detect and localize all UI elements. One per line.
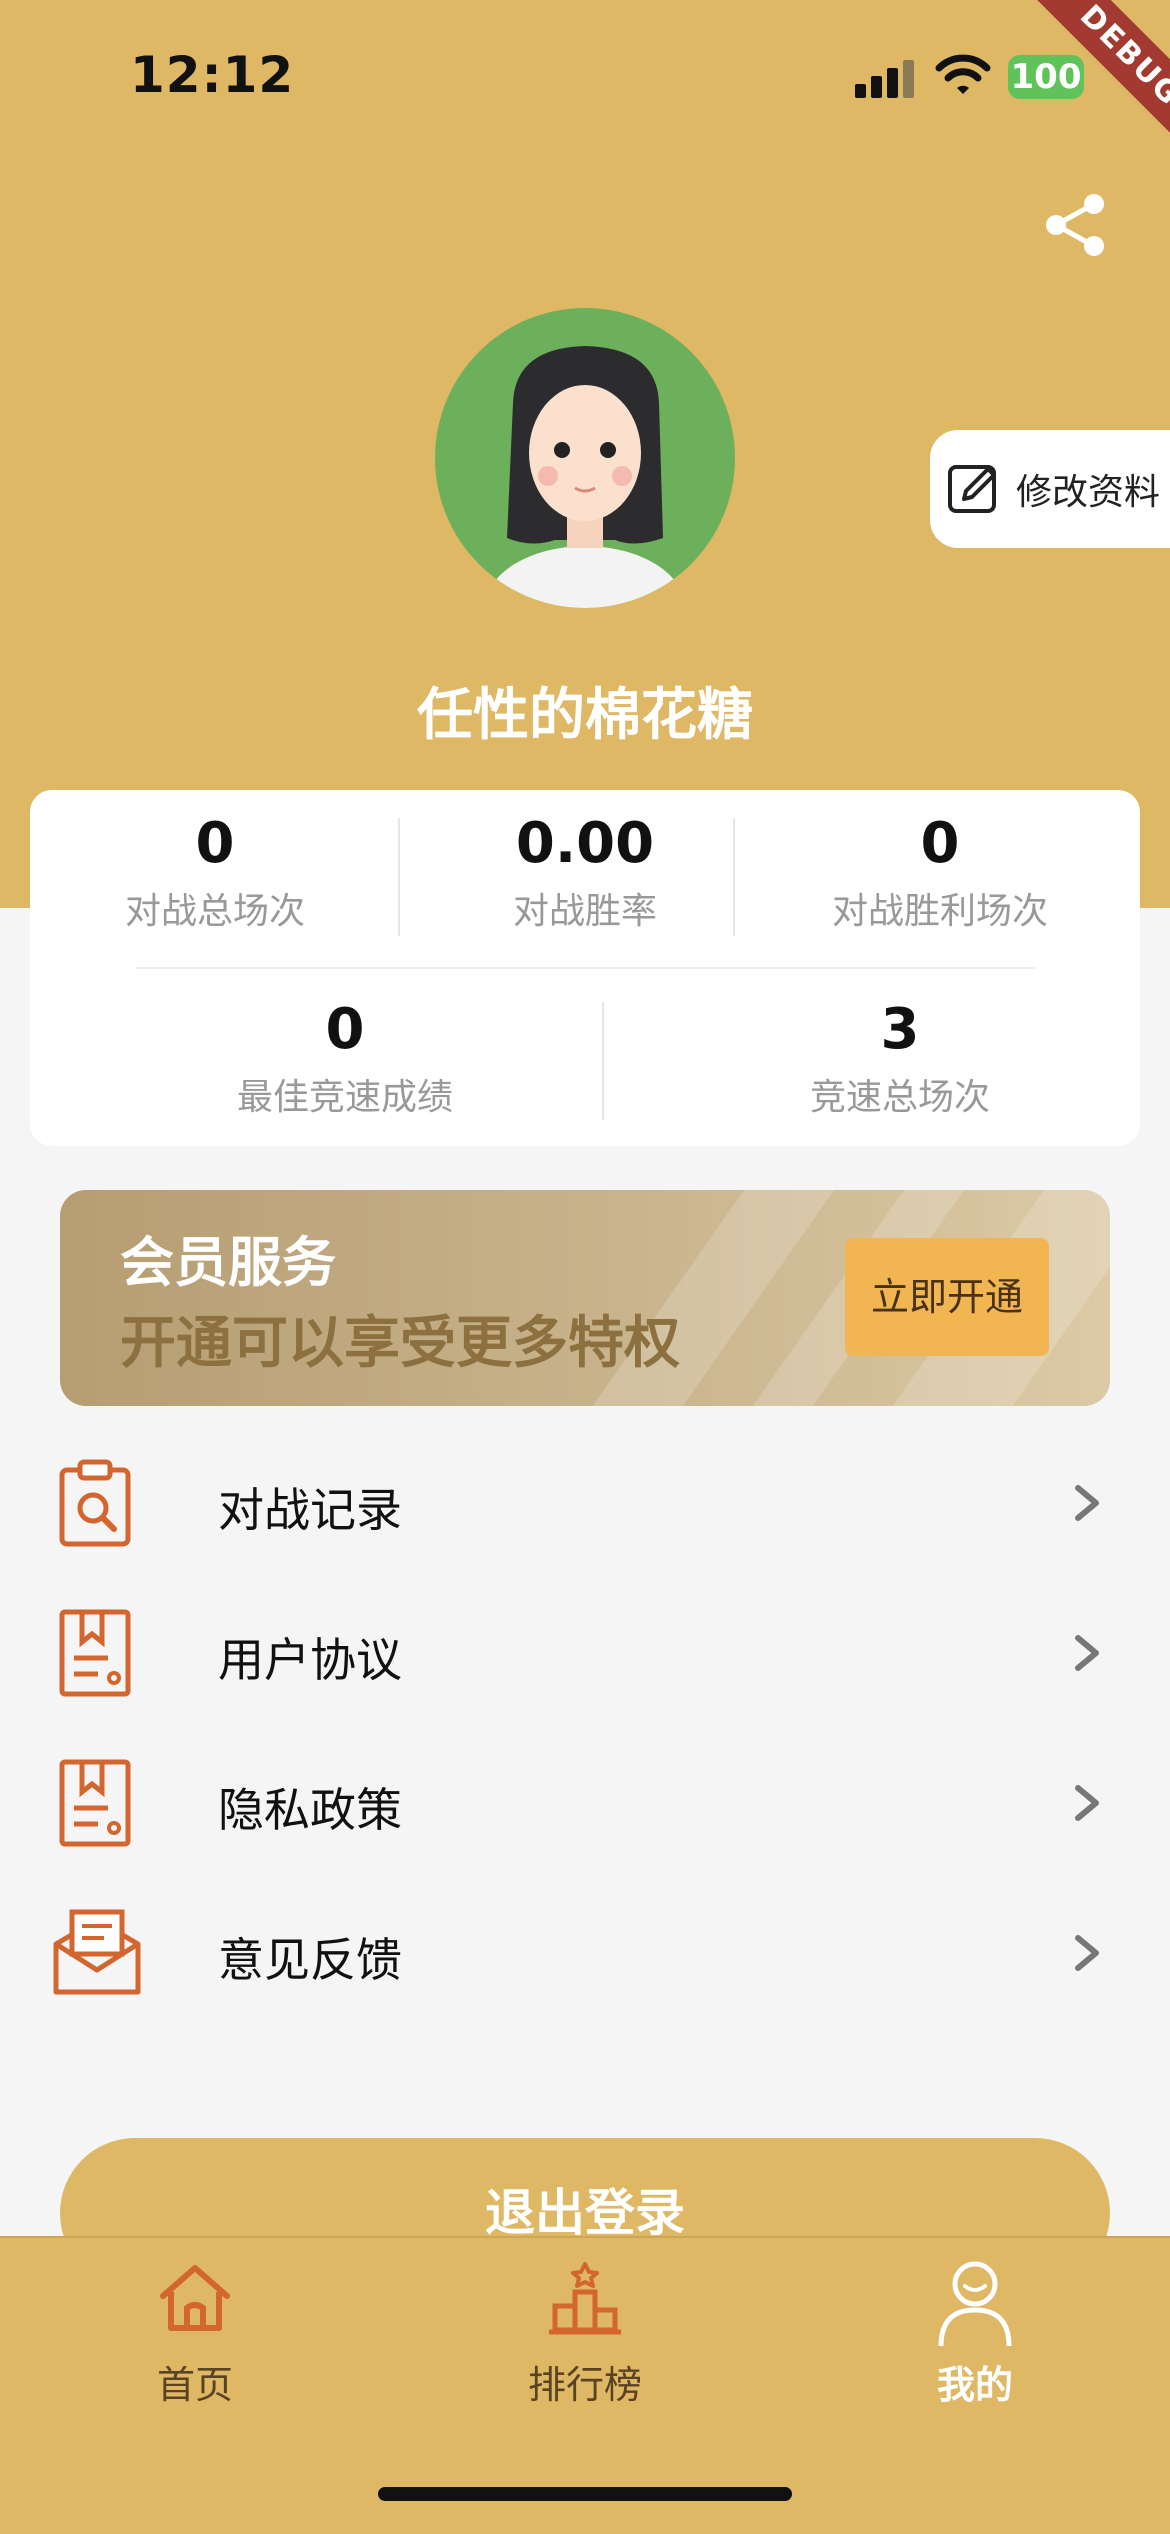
menu-item-battle-records[interactable]: 对战记录 xyxy=(0,1428,1170,1578)
share-icon[interactable] xyxy=(1040,190,1110,260)
clipboard-search-icon xyxy=(59,1459,131,1547)
menu-label: 用户协议 xyxy=(218,1633,402,1687)
username: 任性的棉花糖 xyxy=(417,683,753,748)
divider xyxy=(135,967,1035,969)
edit-profile-button[interactable]: 修改资料 xyxy=(930,430,1170,548)
document-bookmark-icon xyxy=(59,1609,131,1697)
stat-win-rate: 0.00 对战胜率 xyxy=(415,812,755,934)
tab-home[interactable]: 首页 xyxy=(65,2258,325,2409)
chevron-right-icon xyxy=(1075,1485,1099,1521)
menu-label: 隐私政策 xyxy=(218,1783,402,1837)
stat-value: 0.00 xyxy=(515,811,655,876)
stat-label: 对战胜利场次 xyxy=(831,891,1048,932)
chevron-right-icon xyxy=(1075,1635,1099,1671)
open-membership-button[interactable]: 立即开通 xyxy=(845,1238,1049,1356)
home-icon xyxy=(160,2265,230,2331)
tab-label: 我的 xyxy=(936,2363,1013,2407)
stat-value: 0 xyxy=(195,811,235,876)
menu-item-feedback[interactable]: 意见反馈 xyxy=(0,1878,1170,2028)
avatar-illustration xyxy=(485,346,685,608)
member-subtitle: 开通可以享受更多特权 xyxy=(120,1311,680,1376)
member-service-banner[interactable]: 会员服务 开通可以享受更多特权 立即开通 xyxy=(60,1190,1110,1406)
stat-label: 对战总场次 xyxy=(124,891,305,932)
envelope-icon xyxy=(53,1909,141,1995)
stat-wins: 0 对战胜利场次 xyxy=(770,812,1110,934)
edit-icon xyxy=(948,465,996,513)
edit-profile-label: 修改资料 xyxy=(1016,472,1161,513)
stat-label: 对战胜率 xyxy=(512,891,657,932)
divider xyxy=(733,818,735,936)
chevron-right-icon xyxy=(1075,1785,1099,1821)
menu-item-user-agreement[interactable]: 用户协议 xyxy=(0,1578,1170,1728)
tab-label: 首页 xyxy=(156,2363,233,2407)
stat-total-battles: 0 对战总场次 xyxy=(50,812,380,934)
stat-label: 竞速总场次 xyxy=(809,1077,990,1118)
chevron-right-icon xyxy=(1075,1935,1099,1971)
menu-item-privacy-policy[interactable]: 隐私政策 xyxy=(0,1728,1170,1878)
stat-label: 最佳竞速成绩 xyxy=(236,1077,453,1118)
document-bookmark-icon xyxy=(59,1759,131,1847)
tab-label: 排行榜 xyxy=(527,2363,642,2407)
stat-total-races: 3 竞速总场次 xyxy=(700,998,1100,1120)
stat-value: 3 xyxy=(880,997,920,1062)
home-indicator[interactable] xyxy=(378,2487,792,2501)
divider xyxy=(398,818,400,936)
stat-value: 0 xyxy=(325,997,365,1062)
member-title: 会员服务 xyxy=(120,1231,336,1294)
user-icon xyxy=(938,2261,1012,2347)
stat-value: 0 xyxy=(920,811,960,876)
menu-label: 对战记录 xyxy=(218,1483,402,1537)
podium-icon xyxy=(549,2262,621,2335)
tab-ranking[interactable]: 排行榜 xyxy=(455,2258,715,2409)
stat-best-race: 0 最佳竞速成绩 xyxy=(150,998,540,1120)
divider xyxy=(602,1002,604,1120)
menu-label: 意见反馈 xyxy=(218,1933,402,1987)
status-time: 12:12 xyxy=(130,46,295,104)
avatar[interactable] xyxy=(435,308,735,608)
tab-mine[interactable]: 我的 xyxy=(845,2258,1105,2409)
wifi-icon xyxy=(935,54,991,94)
battery-indicator: 100 xyxy=(1008,55,1084,99)
stats-card: 0 对战总场次 0.00 对战胜率 0 对战胜利场次 0 最佳竞速成绩 3 竞速… xyxy=(30,790,1140,1146)
signal-icon xyxy=(855,58,915,98)
